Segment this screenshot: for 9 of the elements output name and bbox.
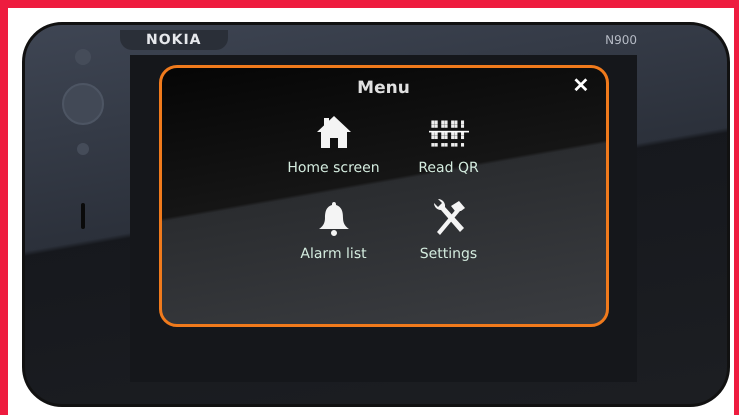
menu-item[interactable]: Home screen [268, 112, 398, 176]
brand-logo: NOKIA [120, 30, 228, 50]
close-button[interactable]: ✕ [570, 76, 592, 96]
slot-icon [80, 203, 84, 229]
menu-item[interactable]: Alarm list [268, 198, 398, 262]
model-label: N900 [605, 33, 637, 47]
menu-item[interactable]: Read QR [398, 112, 498, 176]
menu-item[interactable]: Settings [398, 198, 498, 262]
dialog-title: Menu [357, 78, 410, 98]
